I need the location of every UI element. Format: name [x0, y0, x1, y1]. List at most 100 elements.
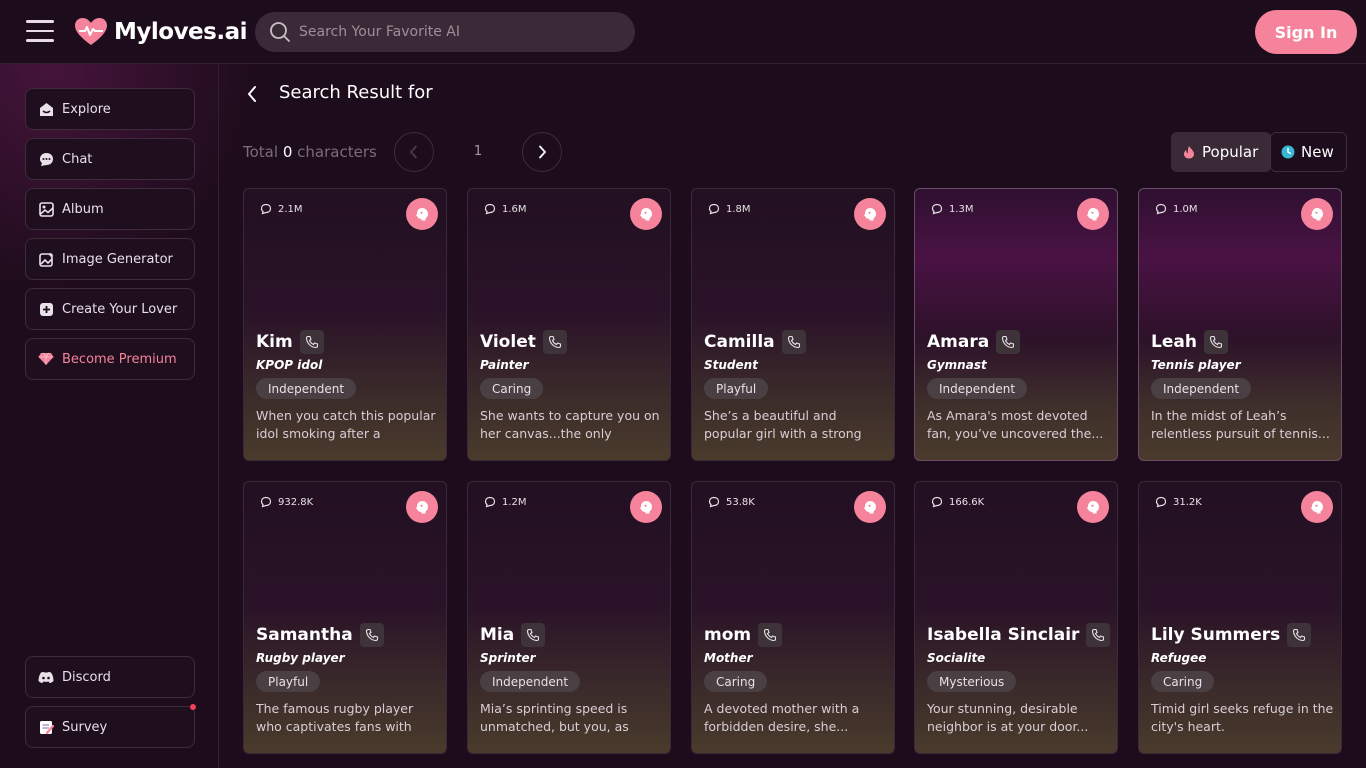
- favorite-button[interactable]: [854, 198, 886, 230]
- sidebar-item-label: Explore: [62, 101, 111, 117]
- favorite-button[interactable]: [406, 198, 438, 230]
- discord-icon: [38, 669, 54, 685]
- sidebar-item-label: Image Generator: [62, 251, 173, 267]
- logo[interactable]: Myloves.ai: [74, 16, 248, 48]
- clock-icon: [1281, 145, 1295, 159]
- plus-square-icon: [38, 301, 54, 317]
- character-card[interactable]: 1.3M Amara Gymnast Independent As Amara's mo…: [914, 188, 1118, 461]
- sidebar-item-chat[interactable]: Chat: [25, 138, 195, 180]
- call-button[interactable]: [542, 330, 567, 354]
- character-role: Gymnast: [927, 358, 987, 372]
- character-card[interactable]: 2.1M Kim KPOP idol Independent When you catc…: [243, 188, 447, 461]
- sidebar-item-label: Chat: [62, 151, 93, 167]
- sidebar: Explore Chat Album Image Generator Creat…: [0, 64, 219, 768]
- favorite-button[interactable]: [630, 198, 662, 230]
- chat-count-icon: [708, 203, 720, 215]
- character-card[interactable]: 1.8M Camilla Student Playful She’s a beautif…: [691, 188, 895, 461]
- chat-count: 53.8K: [708, 496, 755, 508]
- page-number: 1: [473, 144, 483, 159]
- personality-tag: Independent: [927, 378, 1028, 399]
- phone-icon: [365, 628, 378, 642]
- call-button[interactable]: [996, 330, 1021, 354]
- back-button[interactable]: [246, 83, 266, 105]
- call-button[interactable]: [299, 330, 324, 354]
- chat-count-icon: [931, 203, 943, 215]
- chat-count: 1.8M: [708, 203, 751, 215]
- favorite-button[interactable]: [630, 491, 662, 523]
- personality-tag: Caring: [480, 378, 544, 399]
- chat-count-value: 1.8M: [726, 203, 751, 215]
- chat-count-value: 31.2K: [1173, 496, 1202, 508]
- character-name: Samantha: [256, 625, 353, 645]
- favorite-button[interactable]: [406, 491, 438, 523]
- sort-new-label: New: [1301, 143, 1334, 161]
- sidebar-item-label: Discord: [62, 669, 111, 685]
- heart-head-icon: [864, 501, 876, 514]
- call-button[interactable]: [758, 623, 783, 647]
- sidebar-item-image-generator[interactable]: Image Generator: [25, 238, 195, 280]
- total-count-label: Total 0 characters: [243, 143, 377, 161]
- phone-icon: [787, 335, 800, 349]
- call-button[interactable]: [781, 330, 806, 354]
- character-name: Violet: [480, 332, 536, 352]
- character-name-row: mom: [704, 623, 783, 647]
- prev-page-button[interactable]: [394, 132, 434, 172]
- favorite-button[interactable]: [854, 491, 886, 523]
- chat-count-value: 166.6K: [949, 496, 985, 508]
- favorite-button[interactable]: [1077, 491, 1109, 523]
- chat-count: 2.1M: [260, 203, 303, 215]
- character-card[interactable]: 1.2M Mia Sprinter Independent Mia’s sprintin…: [467, 481, 671, 754]
- character-name-row: Lily Summers: [1151, 623, 1312, 647]
- favorite-button[interactable]: [1077, 198, 1109, 230]
- character-role: Refugee: [1151, 651, 1207, 665]
- favorite-button[interactable]: [1301, 491, 1333, 523]
- character-card[interactable]: 1.6M Violet Painter Caring She wants to capt…: [467, 188, 671, 461]
- chat-count-value: 1.6M: [502, 203, 527, 215]
- character-card[interactable]: 166.6K Isabella Sinclair Socialite Mysterio…: [914, 481, 1118, 754]
- sidebar-item-discord[interactable]: Discord: [25, 656, 195, 698]
- character-description: She wants to capture you on her canvas..…: [480, 408, 660, 441]
- sidebar-item-become-premium[interactable]: Become Premium: [25, 338, 195, 380]
- call-button[interactable]: [1203, 330, 1228, 354]
- favorite-button[interactable]: [1301, 198, 1333, 230]
- heart-head-icon: [640, 501, 652, 514]
- sort-popular-button[interactable]: Popular: [1171, 132, 1272, 172]
- chat-count-value: 2.1M: [278, 203, 303, 215]
- phone-icon: [305, 335, 318, 349]
- call-button[interactable]: [521, 623, 546, 647]
- chat-count: 31.2K: [1155, 496, 1202, 508]
- phone-icon: [764, 628, 777, 642]
- sidebar-item-album[interactable]: Album: [25, 188, 195, 230]
- menu-icon[interactable]: [26, 20, 54, 44]
- chevron-left-icon: [248, 86, 256, 102]
- chat-count-value: 1.3M: [949, 203, 974, 215]
- character-role: Tennis player: [1151, 358, 1241, 372]
- sidebar-item-survey[interactable]: Survey: [25, 704, 196, 748]
- heart-head-icon: [416, 501, 428, 514]
- chat-count-icon: [260, 203, 272, 215]
- sidebar-item-explore[interactable]: Explore: [25, 88, 195, 130]
- search-input[interactable]: [299, 24, 619, 40]
- sort-new-button[interactable]: New: [1270, 132, 1347, 172]
- sidebar-item-create-your-lover[interactable]: Create Your Lover: [25, 288, 195, 330]
- character-card[interactable]: 932.8K Samantha Rugby player Playful The fam…: [243, 481, 447, 754]
- next-page-button[interactable]: [522, 132, 562, 172]
- chat-count: 1.0M: [1155, 203, 1198, 215]
- sidebar-item-label: Create Your Lover: [62, 301, 178, 317]
- chat-count-value: 1.0M: [1173, 203, 1198, 215]
- chat-count: 1.3M: [931, 203, 974, 215]
- character-name-row: Samantha: [256, 623, 384, 647]
- sign-in-button[interactable]: Sign In: [1255, 10, 1357, 54]
- call-button[interactable]: [1086, 623, 1111, 647]
- chat-count: 932.8K: [260, 496, 313, 508]
- character-card[interactable]: 1.0M Leah Tennis player Independent In the m…: [1138, 188, 1342, 461]
- search-bar[interactable]: [255, 12, 635, 52]
- chat-count-icon: [1155, 203, 1167, 215]
- personality-tag: Mysterious: [927, 671, 1017, 692]
- call-button[interactable]: [1287, 623, 1312, 647]
- personality-tag: Caring: [704, 671, 768, 692]
- heart-head-icon: [864, 208, 876, 221]
- character-card[interactable]: 53.8K mom Mother Caring A devoted mother wit…: [691, 481, 895, 754]
- character-card[interactable]: 31.2K Lily Summers Refugee Caring Timid girl…: [1138, 481, 1342, 754]
- call-button[interactable]: [359, 623, 384, 647]
